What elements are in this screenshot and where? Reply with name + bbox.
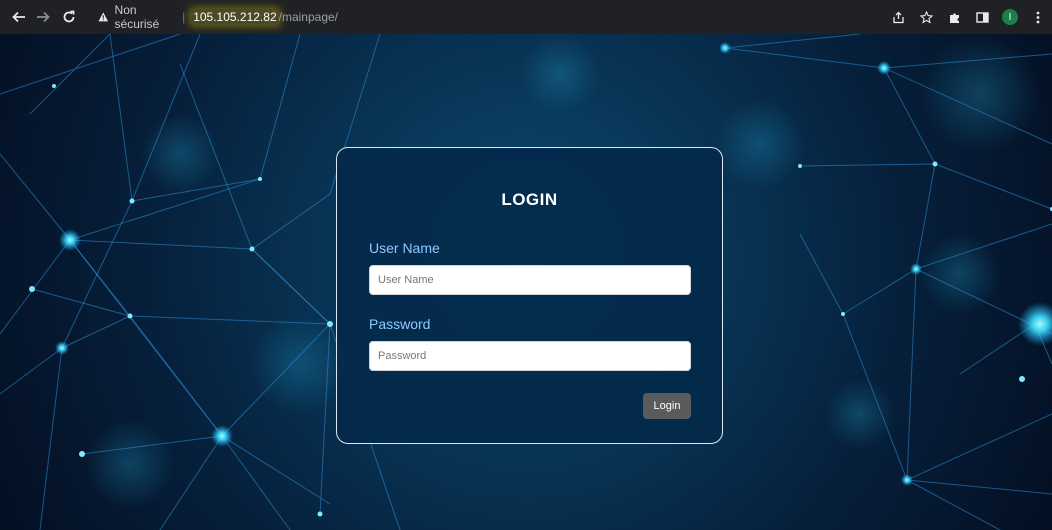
browser-menu-button[interactable] bbox=[1030, 9, 1046, 25]
side-panel-icon bbox=[975, 11, 989, 23]
url-path: /mainpage/ bbox=[278, 10, 338, 24]
url-host: 105.105.212.82 bbox=[191, 9, 279, 25]
username-input[interactable] bbox=[369, 265, 691, 295]
side-panel-button[interactable] bbox=[974, 9, 990, 25]
login-card: LOGIN User Name Password Login bbox=[336, 147, 723, 444]
browser-toolbar: Non sécurisé | 105.105.212.82 /mainpage/… bbox=[0, 0, 1052, 34]
password-label: Password bbox=[369, 316, 431, 332]
toolbar-actions: I bbox=[890, 0, 1046, 34]
star-icon bbox=[919, 10, 933, 24]
bookmark-button[interactable] bbox=[918, 9, 934, 25]
profile-avatar[interactable]: I bbox=[1002, 9, 1018, 25]
password-input[interactable] bbox=[369, 341, 691, 371]
forward-button[interactable] bbox=[32, 6, 54, 28]
reload-button[interactable] bbox=[58, 6, 80, 28]
back-button[interactable] bbox=[8, 6, 30, 28]
login-button[interactable]: Login bbox=[643, 393, 691, 419]
share-button[interactable] bbox=[890, 9, 906, 25]
address-bar[interactable]: Non sécurisé | 105.105.212.82 /mainpage/ bbox=[88, 3, 338, 31]
page-viewport: LOGIN User Name Password Login bbox=[0, 34, 1052, 530]
puzzle-icon bbox=[949, 13, 959, 23]
reload-icon bbox=[63, 10, 75, 23]
arrow-right-icon bbox=[37, 11, 50, 23]
extensions-button[interactable] bbox=[946, 9, 962, 25]
security-label[interactable]: Non sécurisé bbox=[115, 3, 177, 31]
login-title: LOGIN bbox=[501, 190, 558, 209]
arrow-left-icon bbox=[12, 11, 25, 23]
kebab-menu-icon bbox=[1036, 11, 1040, 23]
url-separator: | bbox=[182, 10, 186, 24]
warning-triangle-icon bbox=[98, 12, 109, 22]
username-label: User Name bbox=[369, 240, 440, 256]
share-icon bbox=[892, 11, 904, 23]
